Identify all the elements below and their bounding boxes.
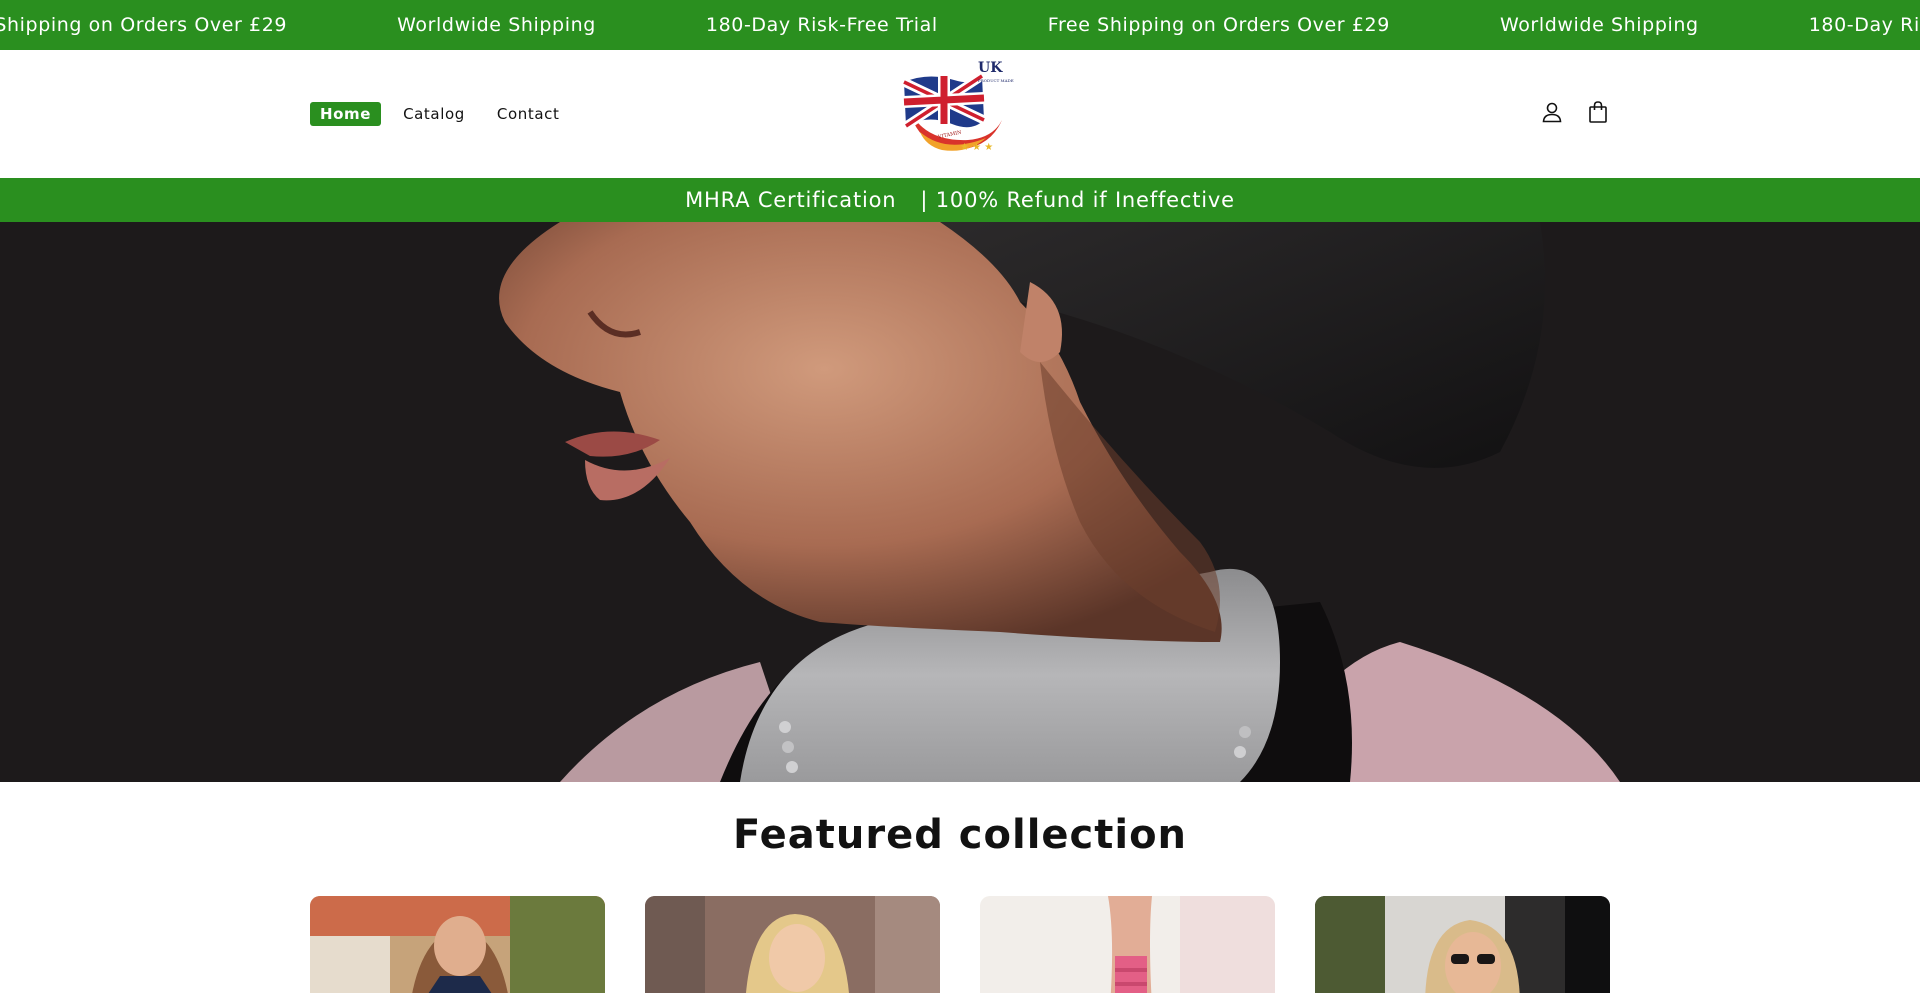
product-4-image [1315, 896, 1610, 993]
product-card[interactable] [980, 896, 1275, 993]
announcement-item: Worldwide Shipping [397, 14, 596, 36]
svg-text:★ ★ ★: ★ ★ ★ [960, 142, 993, 153]
logo-text-sub: PRODUCT MADE [978, 78, 1014, 83]
announcement-track: Free Shipping on Orders Over £29 Worldwi… [0, 0, 1920, 50]
nav-catalog[interactable]: Catalog [393, 102, 475, 126]
featured-collection-title: Featured collection [732, 812, 1188, 858]
logo-text-top: UK [978, 60, 1003, 76]
announcement-item: Free Shipping on Orders Over £29 [0, 14, 288, 36]
header-actions [1540, 100, 1610, 124]
announcement-item: 180-Day Risk-Free Trial [1808, 14, 1920, 36]
product-3-image [980, 896, 1275, 993]
announcement-item: Worldwide Shipping [1499, 14, 1699, 36]
nav-home[interactable]: Home [310, 102, 382, 126]
hero-banner [0, 222, 1920, 782]
certification-bar: MHRA Certification | 100% Refund if Inef… [0, 178, 1920, 222]
account-icon[interactable] [1540, 100, 1564, 124]
product-card[interactable] [310, 896, 605, 993]
announcement-item: 180-Day Risk-Free Trial [705, 14, 938, 36]
product-2-image [645, 896, 940, 993]
cart-icon[interactable] [1586, 100, 1610, 124]
logo-image: ★ ★ ★ [902, 72, 1002, 153]
product-grid [310, 896, 1610, 993]
main-nav: Home Catalog Contact [310, 102, 569, 126]
site-header: Home Catalog Contact ★ ★ ★ UK PRODUCT MA… [0, 50, 1920, 178]
refund-text: | 100% Refund if Ineffective [920, 188, 1235, 212]
product-card[interactable] [645, 896, 940, 993]
site-logo[interactable]: ★ ★ ★ UK PRODUCT MADE VITAMIN [898, 60, 1016, 158]
product-1-image [310, 896, 605, 993]
nav-contact[interactable]: Contact [487, 102, 570, 126]
announcement-bar: Free Shipping on Orders Over £29 Worldwi… [0, 0, 1920, 50]
announcement-item: Free Shipping on Orders Over £29 [1047, 14, 1390, 36]
certification-text: MHRA Certification [685, 188, 897, 212]
hero-portrait-image [0, 222, 1920, 782]
product-card[interactable] [1315, 896, 1610, 993]
